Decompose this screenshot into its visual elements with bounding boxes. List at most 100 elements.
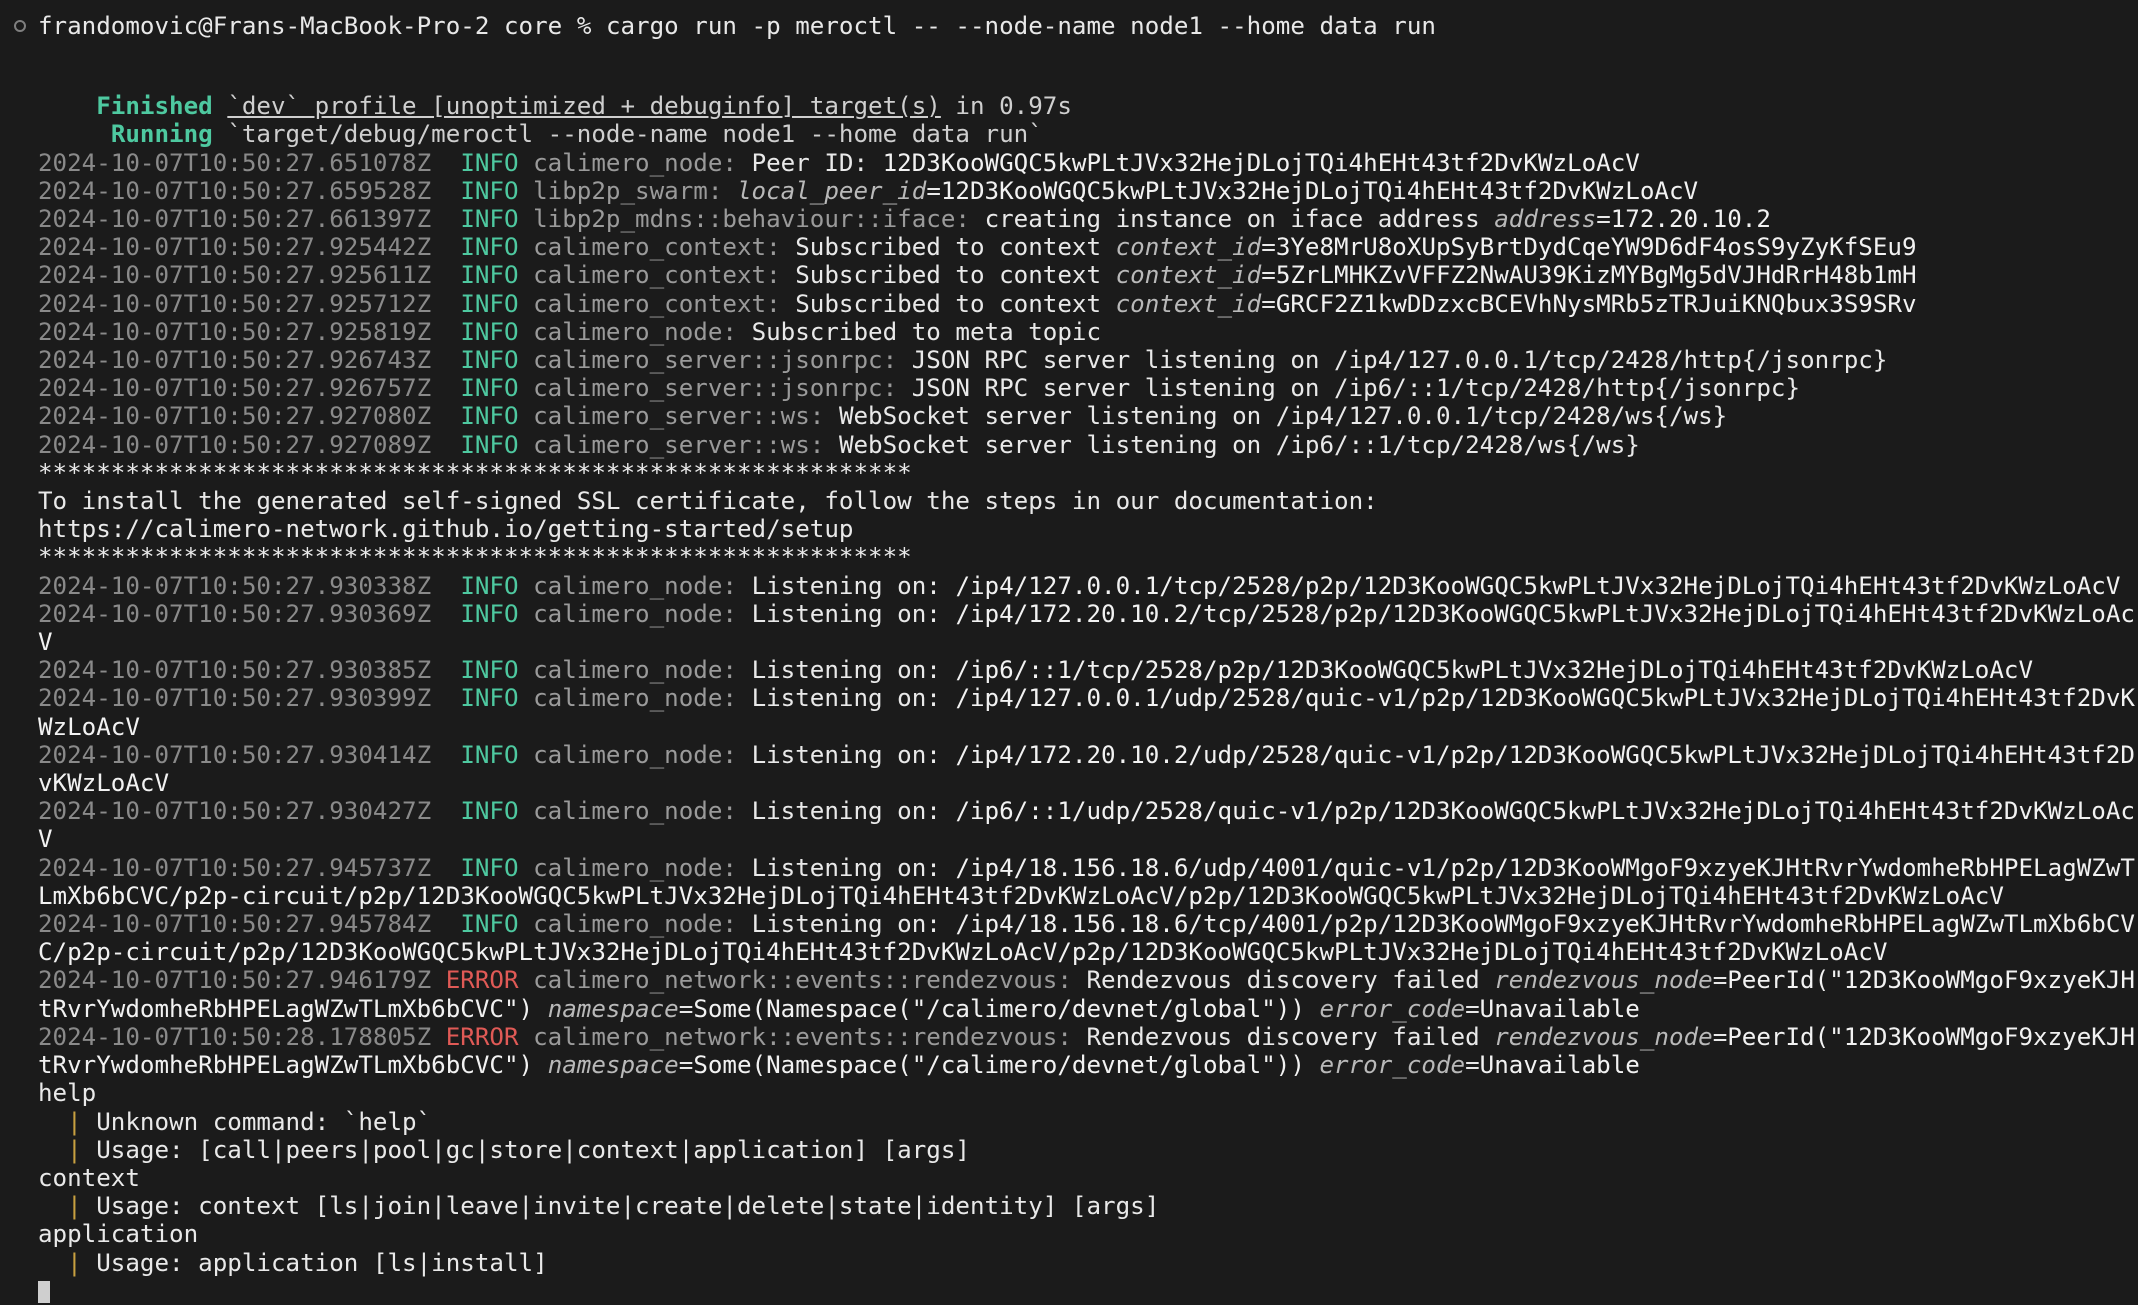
repl-input-text: context (38, 1163, 140, 1192)
cargo-running-label: Running (110, 120, 213, 149)
log-level: INFO (460, 148, 519, 177)
log-line-listening: 2024-10-07T10:50:27.945737Z INFO calimer… (0, 854, 2138, 910)
log-module: calimero_server::jsonrpc: (533, 374, 898, 403)
prompt-cwd: core (504, 12, 563, 40)
log-level: INFO (460, 205, 519, 233)
log-line-error: 2024-10-07T10:50:28.178805Z ERROR calime… (38, 1022, 2135, 1080)
log-line-listening: 2024-10-07T10:50:27.930338Z INFO calimer… (0, 572, 2138, 600)
log-module: calimero_node: (533, 684, 737, 713)
repl-output-text: Usage: application [ls|install] (96, 1248, 548, 1277)
log-timestamp: 2024-10-07T10:50:27.925611Z (38, 261, 432, 290)
log-field-value: Unavailable (1479, 994, 1640, 1023)
log-field-value: 172.20.10.2 (1610, 205, 1771, 233)
log-module: calimero_context: (533, 289, 781, 318)
cargo-running-line: Running `target/debug/meroctl --node-nam… (0, 120, 2138, 148)
log-level: INFO (460, 233, 519, 262)
log-message: Listening on: (751, 853, 956, 882)
log-level: ERROR (445, 1022, 519, 1051)
log-timestamp: 2024-10-07T10:50:27.930369Z (38, 599, 432, 628)
log-field-name: address (1494, 205, 1597, 233)
prompt-command: cargo run -p meroctl -- --node-name node… (605, 12, 1436, 40)
ssl-notice-url[interactable]: https://calimero-network.github.io/getti… (0, 515, 2138, 543)
log-block-errors: 2024-10-07T10:50:27.946179Z ERROR calime… (0, 966, 2138, 1079)
log-field-name: namespace (547, 1051, 679, 1080)
repl-output-line: | Usage: application [ls|install] (0, 1249, 2138, 1277)
log-timestamp: 2024-10-07T10:50:27.925712Z (38, 289, 432, 318)
log-field-value: 3Ye8MrU8oXUpSyBrtDydCqeYW9D6dF4osS9yZyKf… (1275, 233, 1917, 262)
log-line: 2024-10-07T10:50:27.659528Z INFO libp2p_… (38, 176, 1699, 205)
log-module: calimero_server::ws: (533, 402, 825, 431)
log-module: calimero_network::events::rendezvous: (533, 966, 1072, 995)
log-line-listening: 2024-10-07T10:50:27.930385Z INFO calimer… (0, 656, 2138, 684)
log-level: INFO (460, 599, 519, 628)
log-line-listening: 2024-10-07T10:50:27.930369Z INFO calimer… (0, 600, 2138, 656)
log-block-listening: 2024-10-07T10:50:27.930338Z INFO calimer… (0, 572, 2138, 967)
log-level: INFO (460, 176, 519, 205)
repl-input-text: application (38, 1220, 199, 1249)
log-module: calimero_node: (533, 317, 737, 346)
log-module: calimero_server::ws: (533, 430, 825, 459)
log-timestamp: 2024-10-07T10:50:27.930427Z (38, 797, 432, 826)
log-level: ERROR (445, 966, 519, 995)
log-field-name: context_id (1115, 289, 1262, 318)
log-line: 2024-10-07T10:50:27.661397Z INFO libp2p_… (38, 205, 1771, 233)
repl-input-text: help (38, 1079, 97, 1108)
cargo-finished-tail: in 0.97s (940, 92, 1072, 121)
log-timestamp: 2024-10-07T10:50:27.945737Z (38, 853, 432, 882)
log-message: Listening on: (751, 656, 956, 685)
repl-input-line: context (0, 1164, 2138, 1192)
log-multiaddr: /ip6/::1/tcp/2528/p2p/12D3KooWGQC5kwPLtJ… (955, 656, 2034, 685)
repl-input-line: help (0, 1079, 2138, 1107)
log-line-listening: 2024-10-07T10:50:27.945784Z INFO calimer… (0, 910, 2138, 966)
log-level: INFO (460, 430, 519, 459)
log-level: INFO (460, 317, 519, 346)
log-timestamp: 2024-10-07T10:50:27.945784Z (38, 910, 432, 939)
log-timestamp: 2024-10-07T10:50:27.930399Z (38, 684, 432, 713)
log-field-name: error_code (1319, 1051, 1466, 1080)
prompt-user-host: frandomovic@Frans-MacBook-Pro-2 (38, 12, 490, 40)
cursor-line[interactable] (0, 1277, 2138, 1305)
log-level: INFO (460, 684, 519, 713)
pipe-marker-icon: | (38, 1107, 97, 1136)
log-message: Subscribed to context (795, 261, 1116, 290)
pipe-marker-icon: | (38, 1192, 97, 1221)
log-line-listening: 2024-10-07T10:50:27.930427Z INFO calimer… (0, 797, 2138, 853)
log-module: calimero_node: (533, 797, 737, 826)
log-field-name: rendezvous_node (1494, 966, 1713, 995)
log-field-value: 5ZrLMHKZvVFFZ2NwAU39KizMYBgMg5dVJHdRrH48… (1275, 261, 1917, 290)
log-timestamp: 2024-10-07T10:50:27.659528Z (38, 176, 432, 205)
log-line-error: 2024-10-07T10:50:27.946179Z ERROR calime… (38, 966, 2135, 1023)
repl-output-text: Unknown command: `help` (96, 1107, 432, 1136)
log-field-value: Some(Namespace("/calimero/devnet/global"… (693, 1051, 1305, 1080)
repl-output: help | Unknown command: `help` | Usage: … (0, 1079, 2138, 1276)
pipe-marker-icon: | (38, 1135, 97, 1164)
log-field-name: rendezvous_node (1494, 1022, 1713, 1051)
log-timestamp: 2024-10-07T10:50:27.926743Z (38, 346, 432, 375)
log-message: Listening on: (751, 740, 956, 769)
log-timestamp: 2024-10-07T10:50:27.930414Z (38, 740, 432, 769)
terminal-window[interactable]: frandomovic@Frans-MacBook-Pro-2 core % c… (0, 0, 2138, 1303)
log-message: Subscribed to context (795, 289, 1116, 318)
log-field-name: local_peer_id (737, 176, 927, 205)
repl-output-line: | Usage: context [ls|join|leave|invite|c… (0, 1192, 2138, 1220)
ssl-notice-text: To install the generated self-signed SSL… (38, 487, 1378, 516)
log-module: calimero_node: (533, 740, 737, 769)
cargo-finished-label: Finished (96, 92, 213, 121)
log-field-name: context_id (1115, 261, 1262, 290)
log-field-value: GRCF2Z1kwDDzxcBCEVhNysMRb5zTRJuiKNQbux3S… (1275, 289, 1917, 318)
log-timestamp: 2024-10-07T10:50:27.930338Z (38, 571, 432, 600)
cargo-finished-text: `dev` profile [unoptimized + debuginfo] … (227, 92, 941, 121)
log-line: 2024-10-07T10:50:27.927089Z INFO calimer… (0, 431, 2138, 459)
log-level: INFO (460, 374, 519, 403)
log-field-name: context_id (1115, 233, 1262, 262)
log-field-value: 12D3KooWGQC5kwPLtJVx32HejDLojTQi4hEHt43t… (940, 176, 1699, 205)
log-message: JSON RPC server listening on /ip6/::1/tc… (911, 374, 1801, 403)
log-timestamp: 2024-10-07T10:50:27.927089Z (38, 430, 432, 459)
log-level: INFO (460, 346, 519, 375)
log-message: Listening on: (751, 684, 956, 713)
log-line: 2024-10-07T10:50:27.926757Z INFO calimer… (0, 374, 2138, 402)
log-level: INFO (460, 740, 519, 769)
log-message: Rendezvous discovery failed (1086, 1022, 1495, 1051)
log-line: 2024-10-07T10:50:27.925819Z INFO calimer… (0, 318, 2138, 346)
